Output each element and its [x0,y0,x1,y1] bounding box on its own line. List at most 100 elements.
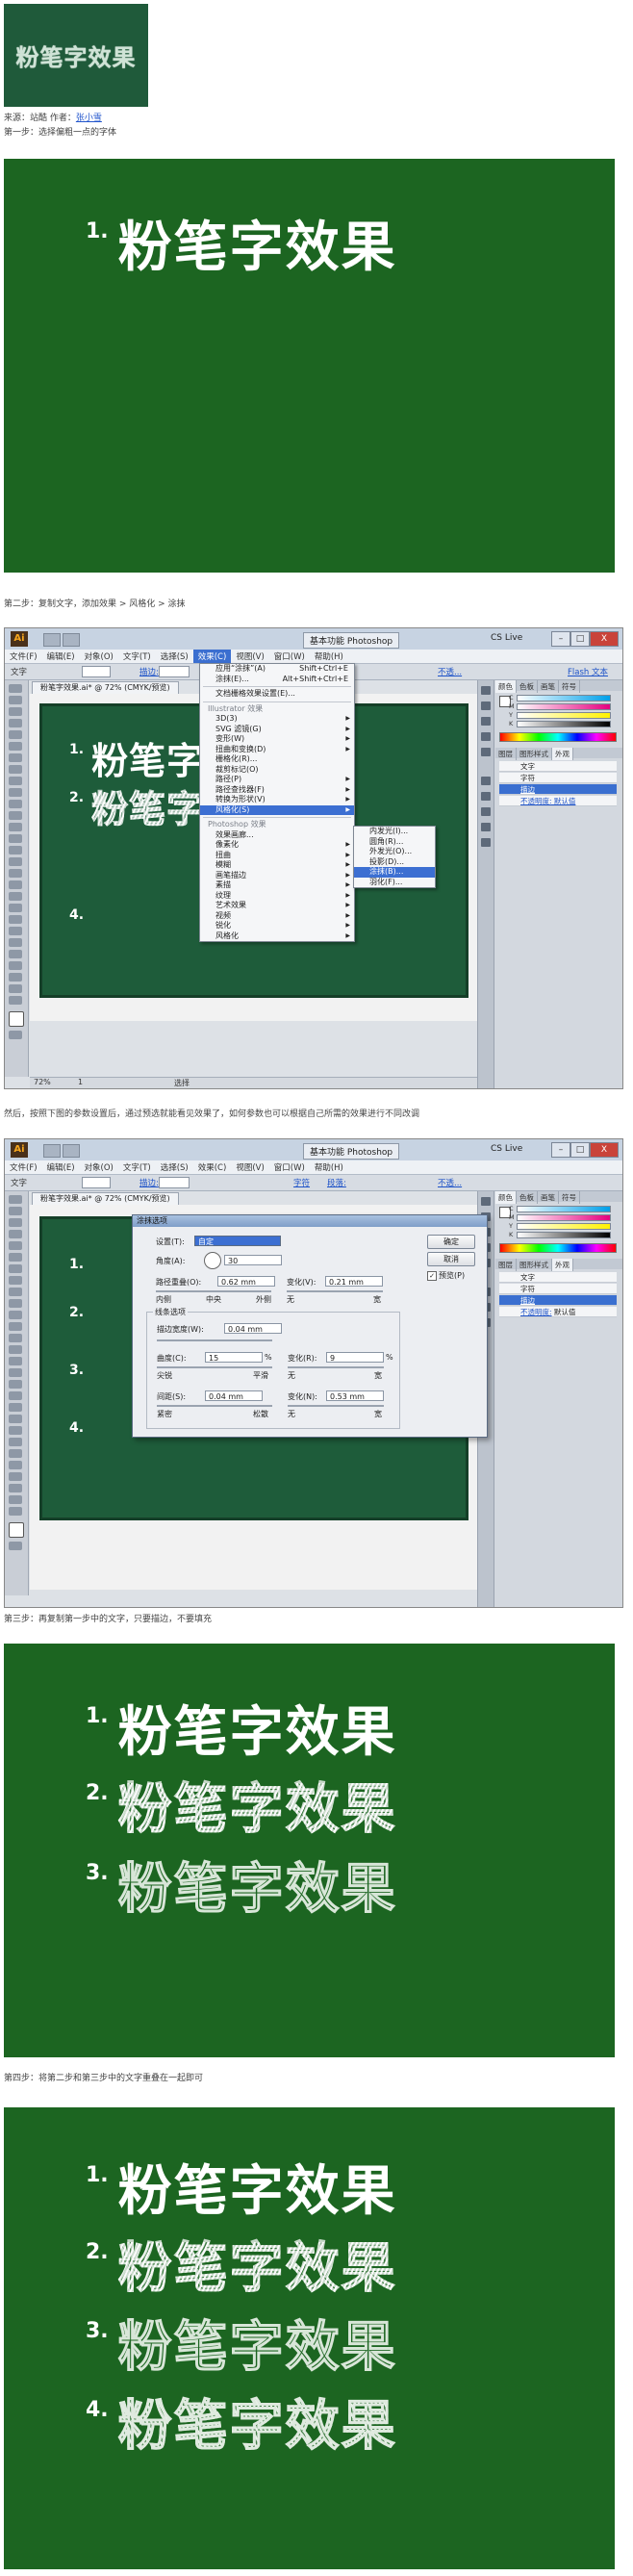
menu-item-texture[interactable]: 纹理 ▶ [200,891,354,902]
menu-item-crop-marks[interactable]: 裁剪标记(O) [200,765,354,776]
tab-graphic-styles[interactable]: 图形样式 [517,1259,552,1271]
opentype-panel-icon[interactable] [481,807,491,816]
magenta-slider[interactable] [517,703,611,710]
spacing-slider[interactable] [157,1405,272,1407]
submenu-feather[interactable]: 羽化(F)... [354,878,435,888]
workspace-switcher[interactable]: 基本功能 Photoshop [303,1143,400,1160]
author-link[interactable]: 张小雪 [76,114,102,123]
hand-tool-icon[interactable] [9,984,22,993]
color-spectrum[interactable] [499,1243,617,1253]
fill-stroke-icon[interactable] [9,1522,24,1538]
variation-field[interactable]: 0.21 mm [325,1276,383,1287]
symbol-sprayer-tool-icon[interactable] [9,938,22,947]
menu-item-pixelate[interactable]: 像素化 ▶ [200,840,354,851]
gradient-tool-icon[interactable] [9,1415,22,1423]
artboard-tool-icon[interactable] [9,1472,22,1481]
menu-help[interactable]: 帮助(H) [310,1160,348,1174]
menu-item-path[interactable]: 路径(P) ▶ [200,775,354,785]
hand-tool-icon[interactable] [9,1495,22,1504]
menu-item-scribble[interactable]: 涂抹(E)... Alt+Shift+Ctrl+E [200,675,354,685]
bridge-icon[interactable] [43,1144,61,1158]
tab-swatches[interactable]: 色板 [517,680,538,693]
opacity-link[interactable]: 不透... [438,1177,462,1188]
tab-symbols[interactable]: 符号 [559,1191,580,1204]
menu-item-apply-scribble[interactable]: 应用“涂抹”(A) Shift+Ctrl+E [200,664,354,675]
tab-color[interactable]: 颜色 [495,680,517,693]
appearance-stroke[interactable]: 描边 [499,784,617,795]
menu-item-svg-filters[interactable]: SVG 滤镜(G) ▶ [200,725,354,735]
minimize-button[interactable]: – [551,631,570,647]
menu-item-stylize-ps[interactable]: 风格化 ▶ [200,931,354,942]
paragraph-panel-icon[interactable] [481,792,491,801]
shape-builder-tool-icon[interactable] [9,869,22,878]
settings-select[interactable]: 自定 [194,1236,281,1246]
menu-edit[interactable]: 编辑(E) [42,650,80,663]
curviness-slider[interactable] [157,1366,272,1368]
line-tool-icon[interactable] [9,753,22,762]
menu-item-artistic[interactable]: 艺术效果 ▶ [200,901,354,911]
appearance-opacity-link[interactable]: 不透明度: 默认值 [520,797,575,805]
document-tab[interactable]: 粉笔字效果.ai* @ 72% (CMYK/预览) [32,681,179,695]
tab-appearance[interactable]: 外观 [552,1259,573,1271]
path-overlap-slider[interactable] [156,1290,271,1292]
preview-checkbox[interactable]: ✓ [427,1271,437,1281]
paragraph-link[interactable]: 段落: [327,1177,346,1188]
magic-wand-tool-icon[interactable] [9,1218,22,1227]
screen-mode-icon[interactable] [9,1542,22,1550]
appearance-type[interactable]: 文字 [499,1272,617,1283]
path-overlap-field[interactable]: 0.62 mm [217,1276,275,1287]
cyan-slider[interactable] [517,1206,611,1212]
minimize-button[interactable]: – [551,1142,570,1158]
tab-graphic-styles[interactable]: 图形样式 [517,748,552,760]
appearance-stroke-link[interactable]: 描边 [520,1296,535,1305]
close-button[interactable]: X [590,1142,619,1158]
submenu-outer-glow[interactable]: 外发光(O)... [354,847,435,857]
arrange-icon[interactable] [63,1144,80,1158]
paintbrush-tool-icon[interactable] [9,777,22,785]
free-transform-tool-icon[interactable] [9,857,22,866]
angle-field[interactable]: 30 [224,1255,282,1265]
menu-type[interactable]: 文字(T) [118,650,156,663]
brushes-panel-icon[interactable] [481,717,491,726]
tab-symbols[interactable]: 符号 [559,680,580,693]
menu-object[interactable]: 对象(O) [80,650,118,663]
tab-layers[interactable]: 图层 [495,748,517,760]
stroke-weight-field[interactable] [159,666,190,677]
spacing-variation-slider[interactable] [288,1405,384,1407]
stroke-weight-field[interactable] [159,1177,190,1188]
mesh-tool-icon[interactable] [9,1403,22,1412]
blend-tool-icon[interactable] [9,927,22,935]
scale-tool-icon[interactable] [9,834,22,843]
stroke-width-slider[interactable] [157,1339,272,1341]
menu-file[interactable]: 文件(F) [5,650,42,663]
close-button[interactable]: X [590,631,619,647]
menu-item-stylize[interactable]: 风格化(S) ▶ [200,804,354,815]
variation-slider[interactable] [287,1290,383,1292]
ok-button[interactable]: 确定 [427,1235,475,1249]
menu-item-rasterize[interactable]: 栅格化(R)... [200,754,354,765]
menu-item-video[interactable]: 视频 ▶ [200,911,354,922]
stroke-link[interactable]: 描边: [139,666,159,677]
character-link[interactable]: 字符 [293,1177,310,1188]
angle-dial[interactable] [204,1252,221,1269]
appearance-type[interactable]: 文字 [499,761,617,772]
symbol-sprayer-tool-icon[interactable] [9,1449,22,1458]
menu-file[interactable]: 文件(F) [5,1160,42,1174]
pencil-tool-icon[interactable] [9,1299,22,1308]
stroke-panel-icon[interactable] [481,748,491,756]
tab-brushes[interactable]: 画笔 [538,1191,559,1204]
opacity-link[interactable]: 不透... [438,666,462,677]
symbols-panel-icon[interactable] [481,732,491,741]
curviness-variation-slider[interactable] [288,1366,384,1368]
cyan-slider[interactable] [517,695,611,701]
tab-brushes[interactable]: 画笔 [538,680,559,693]
menu-item-warp[interactable]: 变形(W) ▶ [200,734,354,745]
pen-tool-icon[interactable] [9,730,22,739]
curviness-variation-field[interactable]: 9 [326,1352,384,1363]
blend-tool-icon[interactable] [9,1438,22,1446]
color-spectrum[interactable] [499,732,617,742]
lasso-tool-icon[interactable] [9,1230,22,1238]
appearance-opacity[interactable]: 不透明度: 默认值 [499,1307,617,1317]
color-panel-icon[interactable] [481,686,491,695]
yellow-slider[interactable] [517,1223,611,1230]
